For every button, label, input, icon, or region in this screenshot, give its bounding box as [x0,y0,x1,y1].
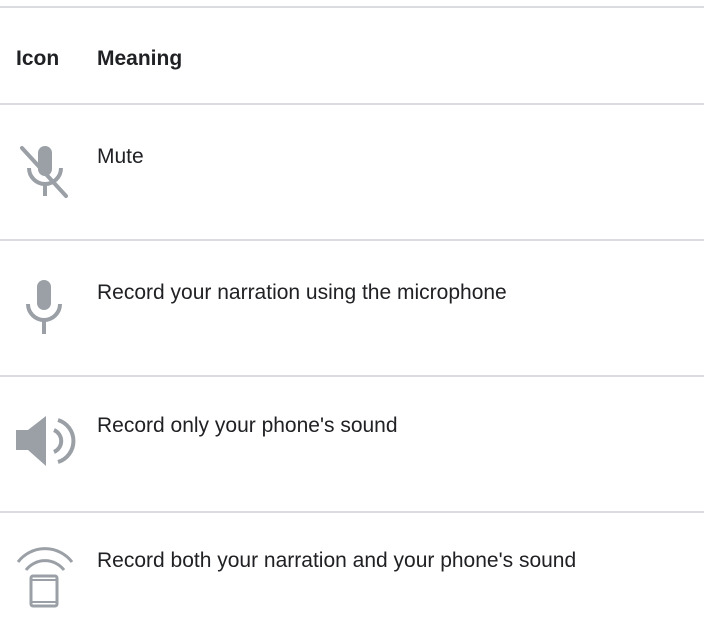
icon-meaning-table: Icon Meaning Mute Record your narration … [0,0,704,641]
speaker-volume-icon [14,410,76,472]
row-meaning-narration-and-sound: Record both your narration and your phon… [97,549,577,572]
row-meaning-mute: Mute [97,145,144,168]
row-meaning-phone-sound: Record only your phone's sound [97,414,398,437]
mic-off-icon [14,140,76,202]
mic-icon [14,276,76,338]
row-divider [0,239,704,241]
header-icon: Icon [16,47,60,70]
row-divider [0,375,704,377]
row-divider [0,511,704,513]
row-meaning-microphone: Record your narration using the micropho… [97,281,507,304]
header-divider [0,103,704,105]
header-meaning: Meaning [97,47,183,70]
table-top-divider [0,6,704,8]
phone-broadcast-icon [14,546,76,608]
